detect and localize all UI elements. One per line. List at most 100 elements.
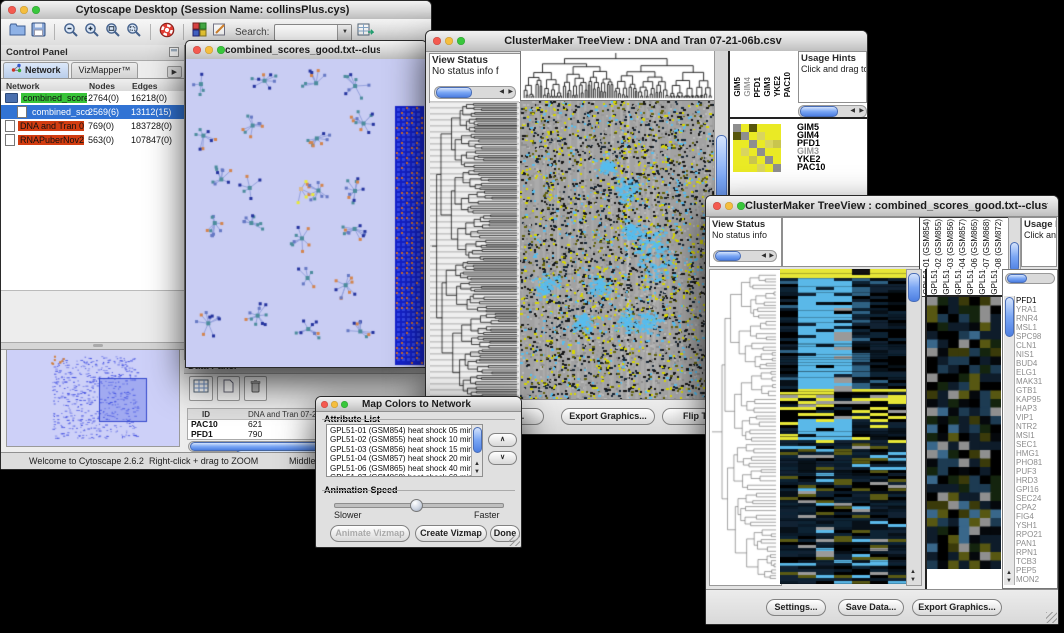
network-canvas[interactable] (186, 59, 424, 367)
move-up-button[interactable]: ∧ (488, 433, 517, 447)
gene-item[interactable]: GTB1 (1016, 386, 1056, 395)
scroll-left-icon[interactable]: ◀ (761, 253, 766, 259)
delete-attribute-icon[interactable] (244, 376, 267, 401)
scrollbar-thumb[interactable] (1005, 297, 1014, 337)
scroll-down-icon[interactable]: ▼ (910, 577, 916, 583)
zoom-in-icon[interactable] (84, 22, 100, 43)
attribute-item[interactable]: GPL51-02 (GSM855) heat shock 10 min (327, 435, 472, 444)
export-table-icon[interactable] (357, 22, 374, 42)
zoom-selected-icon[interactable] (126, 22, 142, 43)
tv1-status-scrollbar[interactable]: ◀ ▶ (434, 86, 516, 99)
close-button[interactable] (8, 6, 16, 14)
tv2-zoom-heatmap[interactable] (927, 297, 1001, 569)
move-down-button[interactable]: ∨ (488, 451, 517, 465)
scroll-left-icon[interactable]: ◀ (850, 108, 855, 114)
tab-network[interactable]: Network (3, 62, 69, 78)
select-attributes-icon[interactable] (189, 376, 213, 401)
id-column-header[interactable]: ID (202, 410, 210, 419)
save-data-button[interactable]: Save Data... (838, 599, 904, 616)
close-button[interactable] (713, 202, 721, 210)
gene-item[interactable]: YSH1 (1016, 521, 1056, 530)
animation-speed-slider[interactable] (334, 503, 504, 508)
save-icon[interactable] (31, 22, 46, 42)
zoom-button[interactable] (737, 202, 745, 210)
gene-item[interactable]: FIG4 (1016, 512, 1056, 521)
scrollbar-thumb[interactable] (908, 273, 920, 302)
network-overview-thumbnail[interactable] (6, 349, 180, 447)
gene-item[interactable]: HRD3 (1016, 476, 1056, 485)
tv2-vscrollbar[interactable]: ▲ ▼ (906, 269, 922, 586)
scroll-up-icon[interactable]: ▲ (1006, 570, 1012, 576)
gene-item[interactable]: PEP5 (1016, 566, 1056, 575)
vizmap-grid-icon[interactable] (192, 22, 207, 42)
network-view-title-bar[interactable]: combined_scores_good.txt--cluste... (186, 41, 426, 60)
gene-vscrollbar[interactable]: ▲ ▼ (1004, 296, 1015, 585)
attribute-item[interactable]: GPL51-01 (GSM854) heat shock 05 min (327, 426, 472, 435)
gene-item[interactable]: CLN1 (1016, 341, 1056, 350)
gene-item[interactable]: YRA1 (1016, 305, 1056, 314)
gene-item[interactable]: MSI1 (1016, 431, 1056, 440)
minimize-button[interactable] (205, 46, 213, 54)
tv2-status-scrollbar[interactable]: ◀ ▶ (713, 250, 777, 262)
animate-vizmap-button[interactable]: Animate Vizmap (330, 525, 410, 542)
tv1-heatmap[interactable] (520, 101, 714, 399)
scrollbar-thumb[interactable] (436, 87, 472, 98)
minimize-button[interactable] (20, 6, 28, 14)
export-graphics-button[interactable]: Export Graphics... (561, 408, 655, 425)
attribute-item[interactable]: GPL51-03 (GSM856) heat shock 15 min (327, 445, 472, 454)
tv1-row-dendrogram[interactable] (430, 101, 520, 399)
gene-item[interactable]: SEC1 (1016, 440, 1056, 449)
gene-item[interactable]: HMG1 (1016, 449, 1056, 458)
scroll-left-icon[interactable]: ◀ (499, 89, 504, 95)
scrollbar-thumb[interactable] (800, 106, 838, 117)
table-row[interactable]: RNAPuberNov2+I563(0)107847(0) (1, 133, 184, 147)
export-graphics-button[interactable]: Export Graphics... (912, 599, 1002, 616)
gene-item[interactable]: NTR2 (1016, 422, 1056, 431)
gene-item[interactable]: MON2 (1016, 575, 1056, 584)
attribute-item[interactable]: GPL51-06 (GSM865) heat shock 40 min (327, 464, 472, 473)
scroll-right-icon[interactable]: ▶ (508, 89, 513, 95)
scroll-down-icon[interactable]: ▼ (474, 469, 480, 475)
gene-item[interactable]: BUD4 (1016, 359, 1056, 368)
main-title-bar[interactable]: Cytoscape Desktop (Session Name: collins… (1, 1, 431, 20)
gene-item[interactable]: CPA2 (1016, 503, 1056, 512)
tv2-column-dendrogram[interactable] (782, 217, 920, 267)
tab-vizmapper[interactable]: VizMapper™ (71, 62, 139, 78)
gene-item[interactable]: PHO81 (1016, 458, 1056, 467)
treeview1-title-bar[interactable]: ClusterMaker TreeView : DNA and Tran 07-… (426, 31, 867, 52)
help-ring-icon[interactable] (159, 22, 175, 43)
zoom-button[interactable] (457, 37, 465, 45)
table-row[interactable]: combined_sco2569(6)13112(15) (1, 105, 184, 119)
gene-item[interactable]: MAK31 (1016, 377, 1056, 386)
float-panel-icon[interactable] (169, 44, 179, 62)
new-attribute-icon[interactable] (217, 376, 240, 401)
tv1-column-dendrogram[interactable] (520, 51, 716, 101)
column-header-nodes[interactable]: Nodes (89, 81, 115, 91)
scroll-down-icon[interactable]: ▼ (1006, 578, 1012, 584)
annotation-icon[interactable] (212, 22, 227, 42)
minimize-button[interactable] (725, 202, 733, 210)
gene-item[interactable]: PAN1 (1016, 539, 1056, 548)
tv2-heatmap[interactable] (780, 269, 906, 584)
gene-item[interactable]: PUF3 (1016, 467, 1056, 476)
close-button[interactable] (193, 46, 201, 54)
table-row[interactable]: DNA and Tran 07769(0)183728(0) (1, 119, 184, 133)
gene-item[interactable]: MSL1 (1016, 323, 1056, 332)
zoom-fit-icon[interactable] (105, 22, 121, 43)
gene-item[interactable]: NIS1 (1016, 350, 1056, 359)
gene-item[interactable]: HAP3 (1016, 404, 1056, 413)
gene-item[interactable]: GPI16 (1016, 485, 1056, 494)
column-header-edges[interactable]: Edges (132, 81, 158, 91)
gene-item[interactable]: RPN1 (1016, 548, 1056, 557)
slider-thumb[interactable] (410, 499, 423, 512)
treeview2-title-bar[interactable]: ClusterMaker TreeView : combined_scores_… (706, 196, 1058, 217)
gene-item[interactable]: KAP95 (1016, 395, 1056, 404)
search-input[interactable]: ▼ (274, 24, 352, 41)
gene-item[interactable]: ELG1 (1016, 368, 1056, 377)
dialog-title-bar[interactable]: Map Colors to Network (316, 397, 521, 412)
scrollbar-thumb[interactable] (1007, 274, 1027, 283)
gene-item[interactable]: RNR4 (1016, 314, 1056, 323)
minimize-button[interactable] (331, 401, 338, 408)
scroll-right-icon[interactable]: ▶ (769, 253, 774, 259)
attribute-list-vscrollbar[interactable]: ▲ ▼ (471, 425, 482, 476)
